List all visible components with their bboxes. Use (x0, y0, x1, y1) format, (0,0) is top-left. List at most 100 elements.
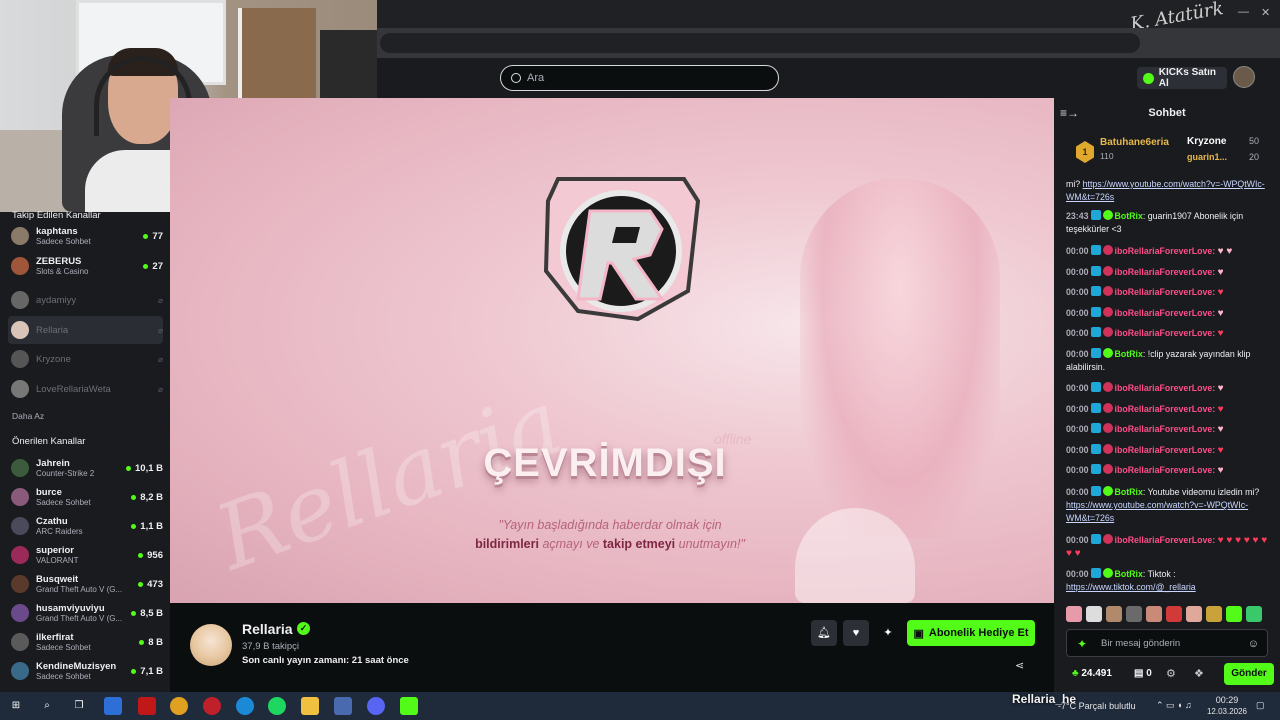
chat-message: 00:00 BotRix: !clip yazarak yayından klip… (1066, 348, 1251, 372)
followed-channel-zeberus[interactable]: ZEBERUS Slots & Casino 27 (8, 252, 163, 280)
message-link[interactable]: https://www.tiktok.com/@_rellaria (1066, 582, 1196, 592)
suggested-channel-husamviyuviyu[interactable]: husamviyuviyu Grand Theft Auto V (G... 8,… (8, 599, 163, 627)
message-user[interactable]: iboRellariaForeverLove: (1115, 308, 1216, 318)
buy-kicks-button[interactable]: KICKs Satın Al (1137, 67, 1227, 89)
close-icon[interactable]: ✕ (1261, 6, 1270, 19)
kick-app-icon[interactable] (400, 697, 418, 715)
channel-avatar[interactable] (190, 624, 232, 666)
channel-points[interactable]: ♣ 24.491 (1072, 668, 1112, 679)
address-bar[interactable] (380, 33, 1140, 53)
verified-badge-icon (1102, 486, 1113, 496)
leaderboard-first-user[interactable]: Batuhane6eria (1100, 137, 1169, 148)
chrome-icon[interactable] (170, 697, 188, 715)
gift-subscription-button[interactable]: ▣ Abonelik Hediye Et (907, 620, 1035, 646)
message-user[interactable]: iboRellariaForeverLove: (1115, 535, 1216, 545)
chat-message-input[interactable]: ✦ Bir mesaj gönderin ☺ (1066, 629, 1268, 657)
suggested-channel-czathu[interactable]: Czathu ARC Raiders 1,1 B (8, 512, 163, 540)
app-icon[interactable] (334, 697, 352, 715)
viewer-count: 27 (152, 260, 163, 272)
emote-icon[interactable] (1186, 606, 1202, 622)
message-user[interactable]: iboRellariaForeverLove: (1115, 404, 1216, 414)
emote-icon[interactable] (1146, 606, 1162, 622)
message-user[interactable]: iboRellariaForeverLove: (1115, 328, 1216, 338)
follow-heart-button[interactable]: ♥ (843, 620, 869, 646)
chat-message: 00:00 iboRellariaForeverLove: ♥ (1066, 403, 1272, 416)
emoji-picker-icon[interactable]: ☺ (1248, 630, 1259, 658)
message-user[interactable]: BotRix (1115, 211, 1143, 221)
video-player[interactable]: Rellaria offline ÇEVRİMDIŞI "Yayın başla… (170, 98, 1054, 603)
emote-icon[interactable] (1106, 606, 1122, 622)
followed-channel-kryzone[interactable]: Kryzone ⌀ (8, 345, 163, 373)
emote-icon[interactable] (1126, 606, 1142, 622)
emote-icon[interactable] (1246, 606, 1262, 622)
message-user[interactable]: BotRix (1115, 487, 1143, 497)
chat-message: 00:00 iboRellariaForeverLove: ♥ (1066, 327, 1272, 340)
suggested-channel-busqweit[interactable]: Busqweit Grand Theft Auto V (G... 473 (8, 570, 163, 598)
user-avatar[interactable] (1233, 66, 1255, 88)
followed-channel-kaphtans[interactable]: kaphtans Sadece Sohbet 77 (8, 222, 163, 250)
emote-icon[interactable] (1226, 606, 1242, 622)
channel-category: Sadece Sohbet (36, 643, 91, 652)
suggested-channel-burce[interactable]: burce Sadece Sohbet 8,2 B (8, 483, 163, 511)
emote-icon[interactable] (1066, 606, 1082, 622)
channel-name[interactable]: Rellaria (242, 621, 293, 637)
message-user[interactable]: iboRellariaForeverLove: (1115, 246, 1216, 256)
share-icon[interactable]: ⋖ (1015, 659, 1024, 672)
avatar (11, 459, 29, 477)
gift-count[interactable]: ▤ 0 (1134, 668, 1152, 679)
message-user[interactable]: BotRix (1115, 349, 1143, 359)
windows-start-icon[interactable]: ⊞ (7, 697, 25, 715)
leaderboard-first-value: 110 (1100, 151, 1114, 161)
minimize-icon[interactable]: — (1238, 6, 1249, 18)
search-icon[interactable]: ⌕ (38, 697, 56, 715)
send-button[interactable]: Gönder (1224, 663, 1274, 685)
leaderboard-third-user[interactable]: guarin1... (1187, 152, 1237, 162)
show-less-button[interactable]: Daha Az (12, 411, 44, 421)
viewer-count: 956 (147, 549, 163, 561)
notifications-icon[interactable]: ▢ (1256, 700, 1265, 711)
emote-icon[interactable] (1206, 606, 1222, 622)
task-view-icon[interactable]: ❒ (70, 697, 88, 715)
message-user[interactable]: iboRellariaForeverLove: (1115, 287, 1216, 297)
emote-icon[interactable] (1166, 606, 1182, 622)
message-user[interactable]: BotRix (1115, 569, 1143, 579)
chat-settings-icon[interactable]: ⚙ (1166, 667, 1176, 680)
message-link[interactable]: https://www.youtube.com/watch?v=-WPQtWIc… (1066, 500, 1248, 523)
channel-name: Jahrein (36, 458, 70, 469)
opera-icon[interactable] (203, 697, 221, 715)
collapse-chat-icon[interactable]: ≡→ (1060, 98, 1079, 128)
spotify-icon[interactable] (268, 697, 286, 715)
suggested-channel-jahrein[interactable]: Jahrein Counter-Strike 2 10,1 B (8, 454, 163, 482)
suggested-channel-kendinemuzisyen[interactable]: KendineMuzisyen Sadece Sohbet 7,1 B (8, 657, 163, 685)
weather-text[interactable]: -7°C Parçalı bulutlu (1058, 701, 1136, 711)
message-user[interactable]: iboRellariaForeverLove: (1115, 465, 1216, 475)
notification-bell-button[interactable]: 🔔︎ (811, 620, 837, 646)
verified-badge-icon: ✓ (297, 622, 310, 635)
leaderboard-second-user[interactable]: Kryzone (1187, 136, 1226, 147)
followed-channel-rellaria[interactable]: Rellaria ⌀ (8, 316, 163, 344)
media-app-icon[interactable] (138, 697, 156, 715)
message-user[interactable]: iboRellariaForeverLove: (1115, 424, 1216, 434)
search-input[interactable]: Ara (500, 65, 779, 91)
suggested-channel-superior[interactable]: superior VALORANT 956 (8, 541, 163, 569)
store-icon[interactable] (104, 697, 122, 715)
emote-icon[interactable] (1086, 606, 1102, 622)
message-user[interactable]: iboRellariaForeverLove: (1115, 383, 1216, 393)
suggested-channel-ilkerfirat[interactable]: ilkerfirat Sadece Sohbet 8 B (8, 628, 163, 656)
kick-reward-icon[interactable]: ❖ (1194, 667, 1204, 680)
edge-icon[interactable] (236, 697, 254, 715)
sparkle-button[interactable]: ✦ (875, 620, 901, 646)
tray-icons[interactable]: ⌃ ▭ ◖ ♫ (1156, 700, 1192, 711)
followed-channel-aydamiyy[interactable]: aydamiyy ⌀ (8, 286, 163, 314)
viewer-count: 7,1 B (140, 665, 163, 677)
clock-time[interactable]: 00:29 (1205, 695, 1249, 705)
discord-icon[interactable] (367, 697, 385, 715)
clock-date[interactable]: 12.03.2026 (1203, 707, 1251, 716)
file-explorer-icon[interactable] (301, 697, 319, 715)
chat-messages: mi? https://www.youtube.com/watch?v=-WPQ… (1066, 178, 1272, 598)
message-link[interactable]: https://www.youtube.com/watch?v=-WPQtWIc… (1066, 179, 1265, 202)
message-user[interactable]: iboRellariaForeverLove: (1115, 445, 1216, 455)
message-user[interactable]: iboRellariaForeverLove: (1115, 267, 1216, 277)
followed-channel-loverellariaweta[interactable]: LoveRellariaWeta ⌀ (8, 375, 163, 403)
channel-name: superior (36, 545, 75, 556)
